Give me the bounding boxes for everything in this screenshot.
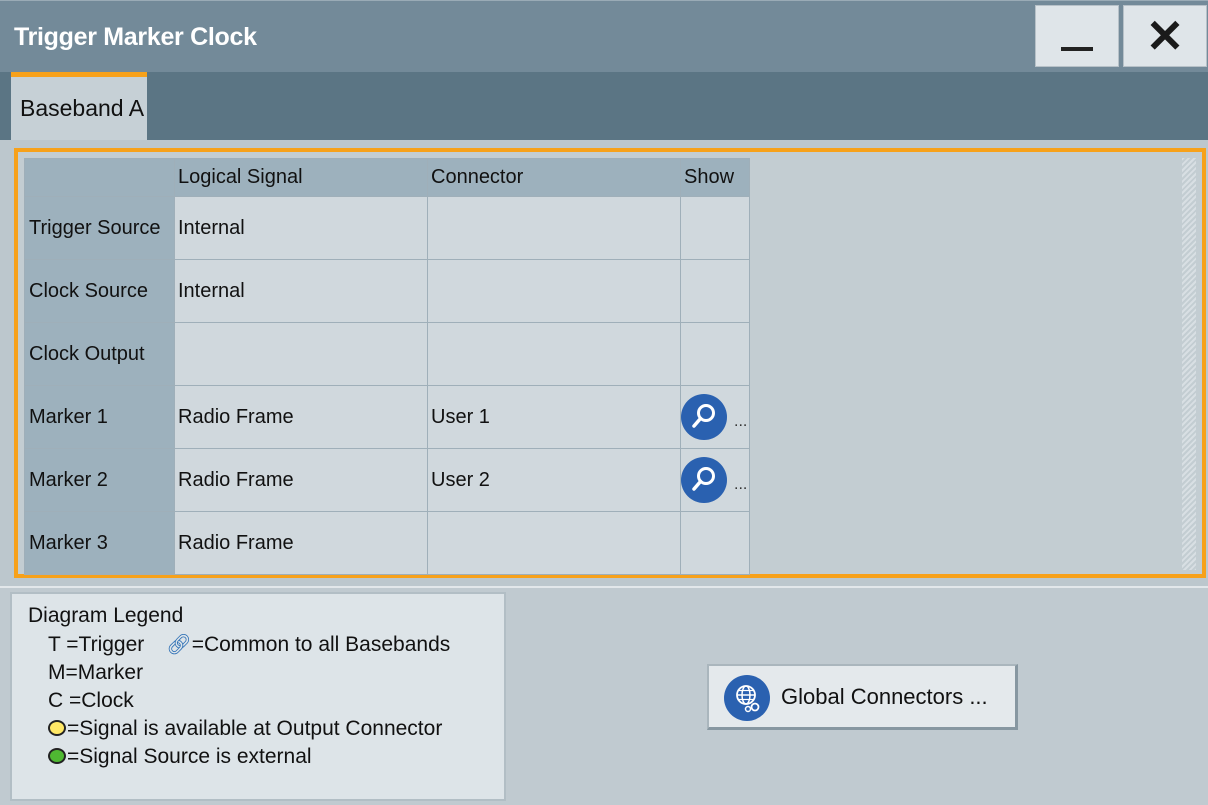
show-cell bbox=[680, 259, 750, 323]
logical-signal-cell[interactable]: Radio Frame bbox=[174, 511, 428, 575]
show-connector-button[interactable] bbox=[681, 394, 727, 440]
header-connector: Connector bbox=[427, 158, 681, 197]
connector-cell[interactable] bbox=[427, 196, 681, 260]
connector-panel: Logical Signal Connector Show Trigger So… bbox=[0, 140, 1208, 586]
signal-table-frame: Logical Signal Connector Show Trigger So… bbox=[14, 148, 1206, 578]
table-row: Clock Source Internal bbox=[24, 259, 750, 323]
global-connectors-label: Global Connectors ... bbox=[781, 684, 988, 709]
tab-label: Baseband A bbox=[20, 95, 145, 121]
table-row: Marker 1 Radio Frame User 1 ... bbox=[24, 385, 750, 449]
table-row: Marker 3 Radio Frame bbox=[24, 511, 750, 575]
magnifier-icon bbox=[692, 467, 715, 491]
connector-cell[interactable]: User 2 bbox=[427, 448, 681, 512]
legend-source-external: =Signal Source is external bbox=[67, 745, 312, 768]
logical-signal-cell[interactable]: Radio Frame bbox=[174, 448, 428, 512]
global-connectors-button[interactable]: Global Connectors ... bbox=[707, 664, 1018, 730]
signal-table: Logical Signal Connector Show Trigger So… bbox=[24, 158, 750, 575]
green-dot-icon bbox=[48, 748, 66, 764]
legend-output-available: =Signal is available at Output Connector bbox=[67, 717, 443, 740]
row-label: Trigger Source bbox=[24, 196, 175, 260]
show-cell: ... bbox=[680, 448, 750, 512]
legend-common: =Common to all Basebands bbox=[191, 633, 451, 656]
link-icon: 🔗︎ bbox=[166, 634, 192, 656]
tab-strip: Baseband A bbox=[0, 72, 1208, 140]
show-more-dots[interactable]: ... bbox=[734, 476, 747, 494]
connector-cell[interactable]: User 1 bbox=[427, 385, 681, 449]
minimize-button[interactable] bbox=[1035, 5, 1119, 67]
table-row: Clock Output bbox=[24, 322, 750, 386]
magnifier-icon bbox=[692, 404, 715, 428]
legend-trigger: T =Trigger bbox=[48, 633, 145, 656]
row-label: Marker 3 bbox=[24, 511, 175, 575]
row-label: Clock Source bbox=[24, 259, 175, 323]
table-row: Marker 2 Radio Frame User 2 ... bbox=[24, 448, 750, 512]
connector-cell[interactable] bbox=[427, 511, 681, 575]
logical-signal-cell[interactable]: Internal bbox=[174, 196, 428, 260]
header-corner bbox=[24, 158, 175, 197]
legend-marker: M=Marker bbox=[48, 661, 144, 684]
table-row: Trigger Source Internal bbox=[24, 196, 750, 260]
close-button[interactable]: ✕ bbox=[1123, 5, 1207, 67]
row-label: Marker 2 bbox=[24, 448, 175, 512]
show-cell bbox=[680, 196, 750, 260]
close-icon: ✕ bbox=[1145, 10, 1185, 62]
legend-line-trigger: T =Trigger 🔗︎=Common to all Basebands bbox=[48, 631, 450, 660]
row-label: Clock Output bbox=[24, 322, 175, 386]
row-label: Marker 1 bbox=[24, 385, 175, 449]
title-bar: Trigger Marker Clock ✕ bbox=[0, 0, 1208, 73]
yellow-dot-icon bbox=[48, 720, 66, 736]
window-title: Trigger Marker Clock bbox=[14, 23, 257, 51]
minimize-icon bbox=[1061, 47, 1093, 51]
show-cell bbox=[680, 511, 750, 575]
table-header-row: Logical Signal Connector Show bbox=[24, 158, 750, 197]
diagram-legend: Diagram Legend T =Trigger 🔗︎=Common to al… bbox=[10, 592, 506, 801]
legend-clock: C =Clock bbox=[48, 689, 134, 712]
logical-signal-cell[interactable]: Radio Frame bbox=[174, 385, 428, 449]
legend-title: Diagram Legend bbox=[28, 604, 184, 627]
show-cell: ... bbox=[680, 385, 750, 449]
scrollbar[interactable] bbox=[1182, 158, 1196, 570]
show-connector-button[interactable] bbox=[681, 457, 727, 503]
tab-baseband-a[interactable]: Baseband A bbox=[11, 72, 147, 140]
logical-signal-cell[interactable] bbox=[174, 322, 428, 386]
legend-line-external: =Signal Source is external bbox=[48, 743, 312, 772]
connector-cell[interactable] bbox=[427, 259, 681, 323]
header-logical-signal: Logical Signal bbox=[174, 158, 428, 197]
legend-line-output: =Signal is available at Output Connector bbox=[48, 715, 442, 744]
logical-signal-cell[interactable]: Internal bbox=[174, 259, 428, 323]
header-show: Show bbox=[680, 158, 750, 197]
bottom-area: Diagram Legend T =Trigger 🔗︎=Common to al… bbox=[0, 586, 1208, 805]
connector-cell[interactable] bbox=[427, 322, 681, 386]
show-more-dots[interactable]: ... bbox=[734, 413, 747, 431]
show-cell bbox=[680, 322, 750, 386]
globe-gear-icon bbox=[724, 675, 770, 721]
